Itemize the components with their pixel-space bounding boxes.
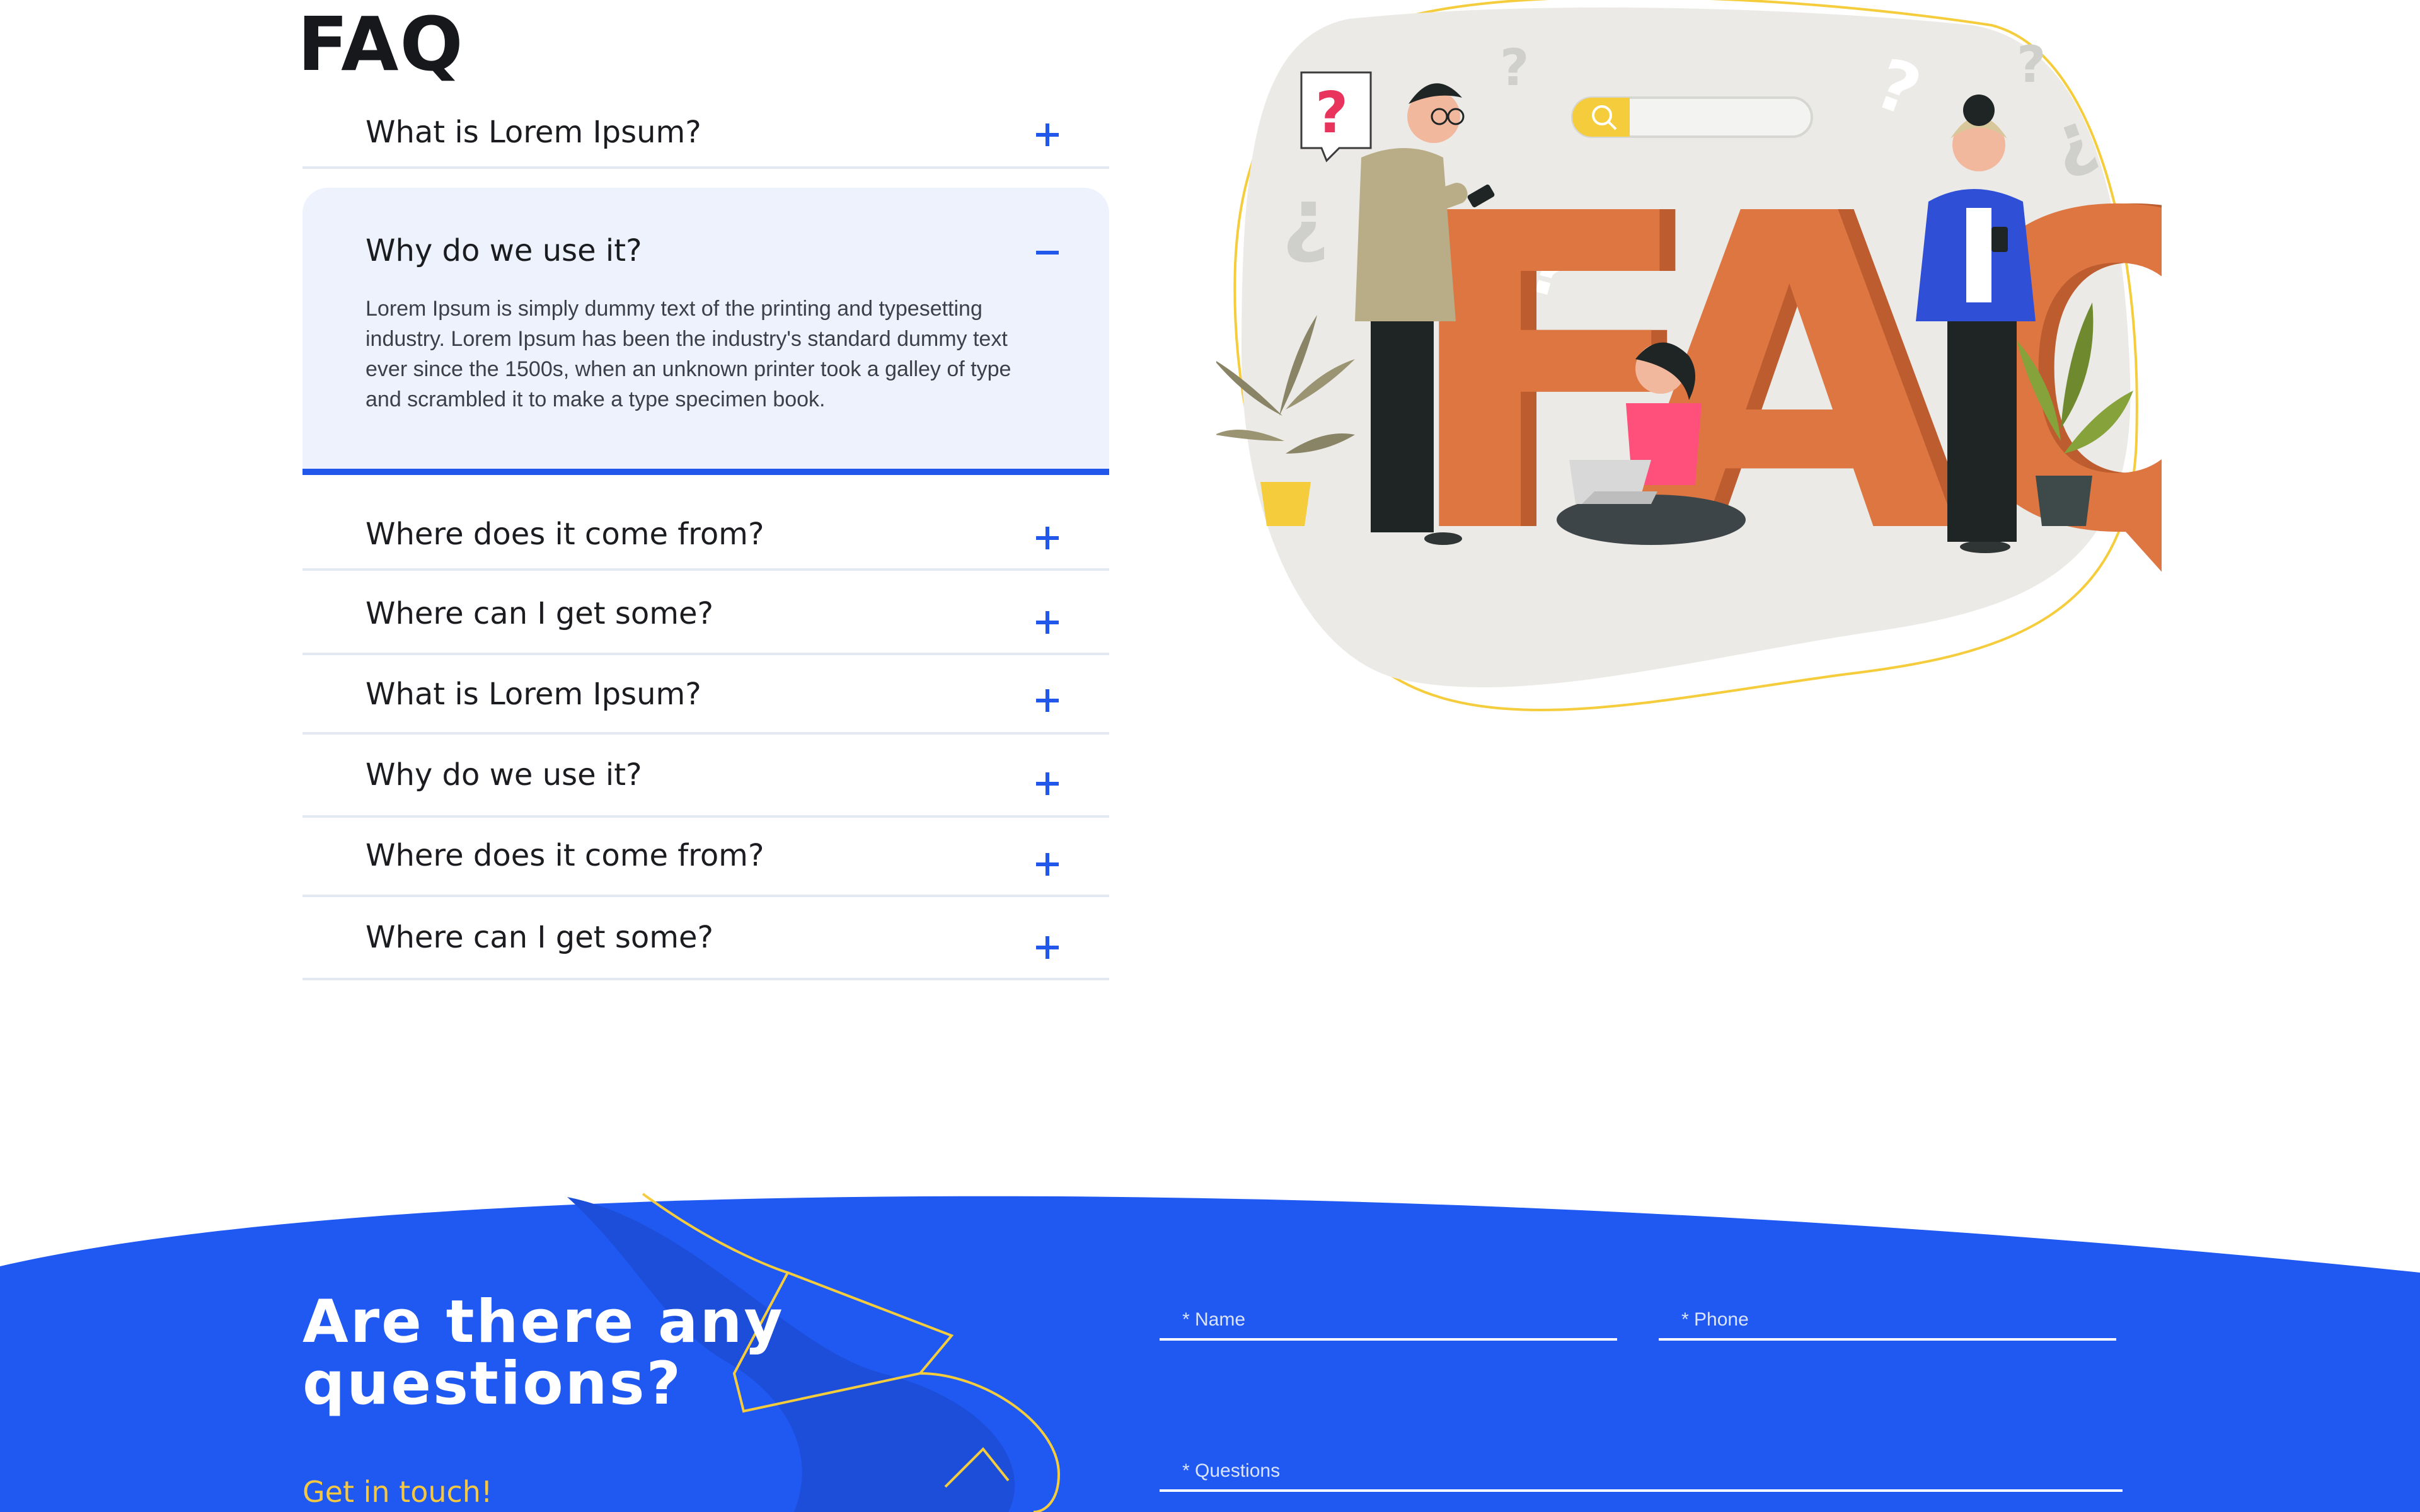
faq-question: What is Lorem Ipsum?	[366, 115, 701, 150]
minus-icon[interactable]	[1036, 251, 1059, 255]
question-mark-icon: ?	[2017, 35, 2046, 94]
svg-text:?: ?	[1315, 80, 1348, 146]
question-mark-icon: ?	[1282, 182, 1330, 278]
faq-question: Where does it come from?	[366, 517, 764, 552]
plus-icon[interactable]	[1036, 936, 1059, 959]
faq-question: Why do we use it?	[366, 233, 642, 268]
name-input[interactable]: * Name	[1160, 1303, 1617, 1341]
faq-question: Why do we use it?	[366, 757, 642, 793]
faq-item-2-expanded[interactable]: Why do we use it? Lorem Ipsum is simply …	[302, 188, 1109, 475]
plus-icon[interactable]	[1036, 689, 1059, 712]
faq-item-5[interactable]: What is Lorem Ipsum?	[302, 655, 1109, 735]
contact-subtitle: Get in touch!	[302, 1475, 493, 1509]
faq-big-letters: FAQ FAQ	[1399, 123, 2162, 629]
faq-item-8[interactable]: Where can I get some?	[302, 897, 1109, 980]
plus-icon[interactable]	[1036, 772, 1059, 795]
contact-section: Are there any questions? Get in touch! *…	[0, 1184, 2420, 1512]
svg-text:FAQ: FAQ	[1399, 123, 2162, 629]
faq-item-7[interactable]: Where does it come from?	[302, 818, 1109, 897]
question-mark-icon: ?	[1500, 38, 1529, 97]
faq-item-4[interactable]: Where can I get some?	[302, 571, 1109, 655]
faq-item-1[interactable]: What is Lorem Ipsum?	[302, 101, 1109, 169]
plus-icon[interactable]	[1036, 611, 1059, 634]
speech-bubble: ?	[1300, 71, 1372, 163]
contact-title-line1: Are there any	[302, 1288, 785, 1356]
faq-question: What is Lorem Ipsum?	[366, 677, 701, 712]
faq-item-6[interactable]: Why do we use it?	[302, 735, 1109, 818]
faq-question: Where can I get some?	[366, 920, 713, 955]
plus-icon[interactable]	[1036, 527, 1059, 549]
plus-icon[interactable]	[1036, 123, 1059, 146]
faq-illustration: ? ? ? ? ? ? ? ? FAQ FAQ	[1216, 0, 2162, 711]
contact-title-line2: questions?	[302, 1349, 683, 1418]
plus-icon[interactable]	[1036, 853, 1059, 876]
faq-item-3[interactable]: Where does it come from?	[302, 498, 1109, 571]
faq-question: Where can I get some?	[366, 596, 713, 631]
faq-accordion: What is Lorem Ipsum? Why do we use it? L…	[302, 0, 1109, 1008]
faq-question: Where does it come from?	[366, 838, 764, 873]
faq-answer: Lorem Ipsum is simply dummy text of the …	[366, 297, 1011, 411]
questions-input[interactable]: * Questions	[1160, 1454, 2123, 1492]
phone-input[interactable]: * Phone	[1659, 1303, 2116, 1341]
contact-title: Are there any questions?	[302, 1292, 870, 1415]
